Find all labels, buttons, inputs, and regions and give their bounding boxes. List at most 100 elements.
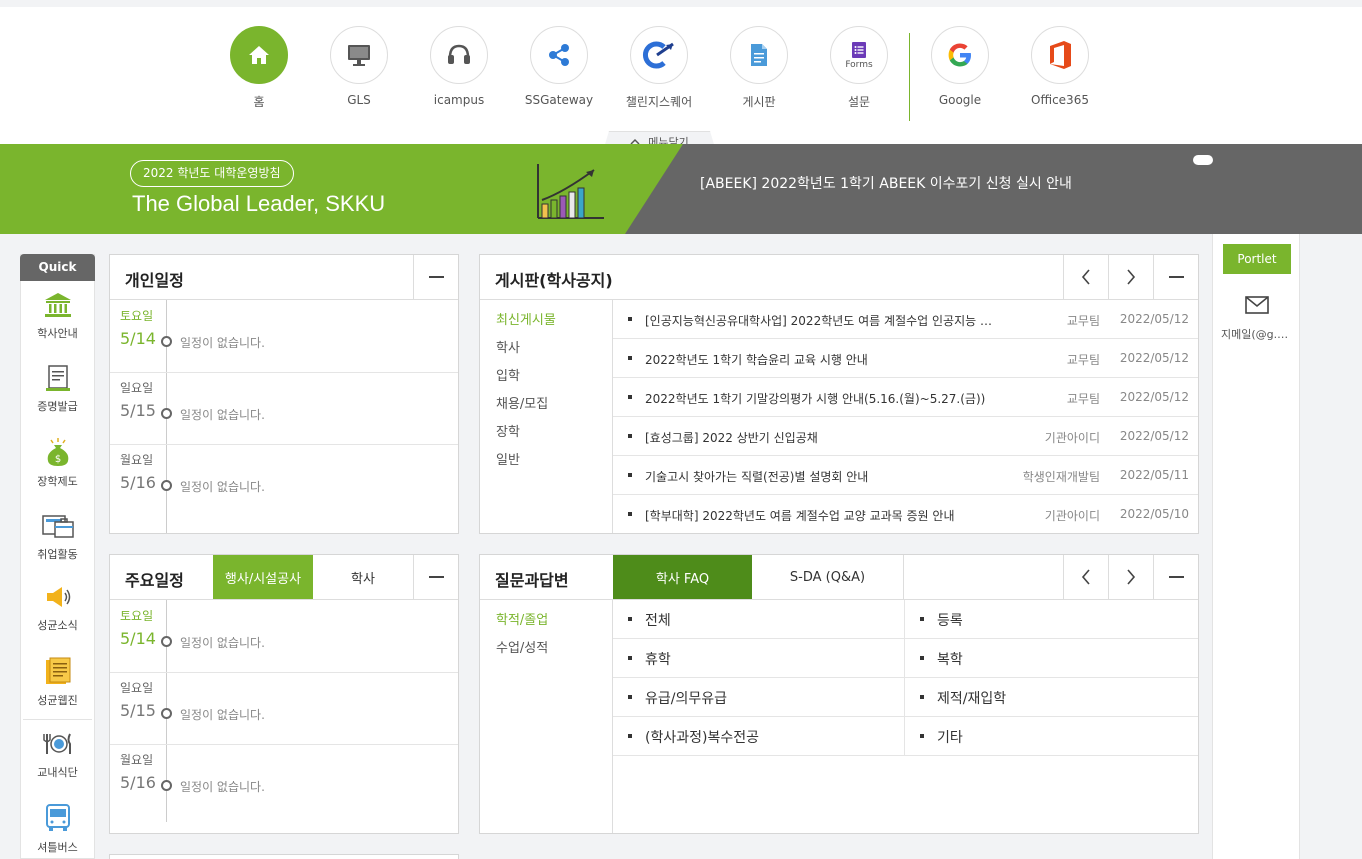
faq-item[interactable]: 기타 [905,717,1198,756]
portlet-button[interactable]: Portlet [1223,244,1291,274]
menu-ssgateway[interactable]: SSGateway [509,26,609,107]
quick-item-employment[interactable]: 취업활동 [21,500,94,573]
post-date: 2022/05/12 [1119,429,1189,443]
category-general[interactable]: 일반 [496,452,612,480]
category-recruit[interactable]: 채용/모집 [496,396,612,424]
day-name: 토요일 [120,609,154,623]
quick-item-scholarship[interactable]: $ 장학제도 [21,427,94,500]
post-row[interactable]: 2022학년도 1학기 기말강의평가 시행 안내(5.16.(월)~5.27.(… [613,378,1198,417]
no-schedule-text: 일정이 없습니다. [180,708,265,722]
portlet-sidebar: Portlet 지메일(@g.skku.edu) [1212,234,1301,859]
faq-item[interactable]: 복학 [905,639,1198,678]
menu-icampus[interactable]: icampus [409,26,509,107]
faq-item[interactable]: 등록 [905,600,1198,639]
faq-item[interactable]: 유급/의무유급 [613,678,905,717]
category-academic[interactable]: 학사 [496,340,612,368]
category-scholarship[interactable]: 장학 [496,424,612,452]
divider [110,372,458,373]
faq-item[interactable]: 제적/재입학 [905,678,1198,717]
quick-item-academic-info[interactable]: 학사안내 [21,281,94,354]
post-dept: 학생인재개발팀 [1022,470,1100,484]
faq-item[interactable]: 전체 [613,600,905,639]
post-dept: 교무팀 [1066,353,1100,367]
quick-item-webzine[interactable]: 성균웹진 [21,646,94,719]
tab-sda[interactable]: S-DA (Q&A) [752,555,904,599]
tab-faq[interactable]: 학사 FAQ [613,555,752,599]
menu-gls[interactable]: GLS [309,26,409,107]
menu-label: 게시판 [742,95,776,109]
collapse-button[interactable] [1153,255,1198,299]
briefcase-icon [41,515,74,538]
menu-home[interactable]: 홈 [209,26,309,110]
faq-item[interactable]: 휴학 [613,639,905,678]
next-button[interactable] [1108,555,1153,599]
quick-item-certificate[interactable]: 증명발급 [21,354,94,427]
bullet-icon [628,695,632,699]
menu-challenge-square[interactable]: 챌린지스퀘어 [609,26,709,110]
faq-item[interactable]: (학사과정)복수전공 [613,717,905,756]
post-row[interactable]: 기술고시 찾아가는 직렬(전공)별 설명회 안내 학생인재개발팀 2022/05… [613,456,1198,495]
banner-title: The Global Leader, SKKU [132,191,386,216]
day-date: 5/16 [120,473,156,492]
post-title[interactable]: 2022학년도 1학기 학습윤리 교육 시행 안내 [645,351,995,368]
collapse-button[interactable] [413,255,458,299]
forms-sub-label: Forms [845,59,873,70]
prev-button[interactable] [1063,255,1108,299]
quick-item-label: 셔틀버스 [37,841,78,854]
share-icon [530,26,588,84]
quick-item-news[interactable]: 성균소식 [21,573,94,646]
faq-label: 유급/의무유급 [645,691,727,707]
category-class-grade[interactable]: 수업/성적 [496,640,612,668]
money-bag-icon: $ [47,438,68,466]
gmail-link[interactable]: 지메일(@g.skku.edu) [1213,296,1301,342]
post-row[interactable]: [인공지능혁신공유대학사업] 2022학년도 여름 계절수업 인공지능 교과목 … [613,300,1198,339]
menu-survey[interactable]: Forms 설문 [809,26,909,110]
post-title[interactable]: 2022학년도 1학기 기말강의평가 시행 안내(5.16.(월)~5.27.(… [645,390,995,407]
menu-board[interactable]: 게시판 [709,26,809,110]
post-row[interactable]: [효성그룹] 2022 상반기 신입공채 기관아이디 2022/05/12 [613,417,1198,456]
challenge-icon [630,26,688,84]
post-dept: 교무팀 [1066,392,1100,406]
panel-header: 개인일정 [110,255,458,300]
banner-notice[interactable]: [ABEEK] 2022학년도 1학기 ABEEK 이수포기 신청 실시 안내 [700,173,1072,193]
post-row[interactable]: 2022학년도 1학기 학습윤리 교육 시행 안내 교무팀 2022/05/12 [613,339,1198,378]
tab-events[interactable]: 행사/시설공사 [213,555,313,599]
google-icon [931,26,989,84]
collapse-button[interactable] [413,555,458,599]
timeline-dot [161,480,172,491]
quick-item-dining[interactable]: 교내식단 [21,720,94,793]
banner-policy-pill[interactable]: 2022 학년도 대학운영방침 [130,160,294,187]
schedule-day: 토요일 5/14 [120,607,156,648]
menu-office365[interactable]: Office365 [1010,26,1110,107]
quick-item-label: 장학제도 [37,475,78,488]
post-title[interactable]: [인공지능혁신공유대학사업] 2022학년도 여름 계절수업 인공지능 교과목 … [645,312,995,329]
divider [110,672,458,673]
divider [110,744,458,745]
menu-label: 설문 [847,95,871,109]
faq-label: 휴학 [645,652,671,668]
post-title[interactable]: 기술고시 찾아가는 직렬(전공)별 설명회 안내 [645,468,995,485]
quick-menu: Quick 학사안내 증명발급 $ 장학제도 취업활동 성균소식 성균웹진 교내… [20,254,95,859]
bullet-icon [920,695,924,699]
tab-academic[interactable]: 학사 [313,555,413,599]
panel-header: 질문과답변 학사 FAQ S-DA (Q&A) [480,555,1198,600]
menu-label: 홈 [253,95,265,109]
category-latest[interactable]: 최신게시물 [496,312,612,340]
menu-google[interactable]: Google [910,26,1010,107]
category-enrollment[interactable]: 학적/졸업 [496,612,612,640]
no-schedule-text: 일정이 없습니다. [180,636,265,650]
bullet-icon [628,434,632,438]
faq-label: 복학 [937,652,963,668]
post-row[interactable]: [학부대학] 2022학년도 여름 계절수업 교양 교과목 증원 안내 기관아이… [613,495,1198,534]
quick-item-shuttle[interactable]: 셔틀버스 [21,793,94,859]
collapse-button[interactable] [1153,555,1198,599]
category-admission[interactable]: 입학 [496,368,612,396]
menu-label: icampus [433,93,485,107]
next-button[interactable] [1108,255,1153,299]
banner-pager-dot[interactable] [1193,155,1213,165]
prev-button[interactable] [1063,555,1108,599]
day-name: 일요일 [120,381,154,395]
post-title[interactable]: [학부대학] 2022학년도 여름 계절수업 교양 교과목 증원 안내 [645,507,995,524]
post-title[interactable]: [효성그룹] 2022 상반기 신입공채 [645,429,995,446]
schedule-day: 일요일 5/15 [120,679,156,720]
